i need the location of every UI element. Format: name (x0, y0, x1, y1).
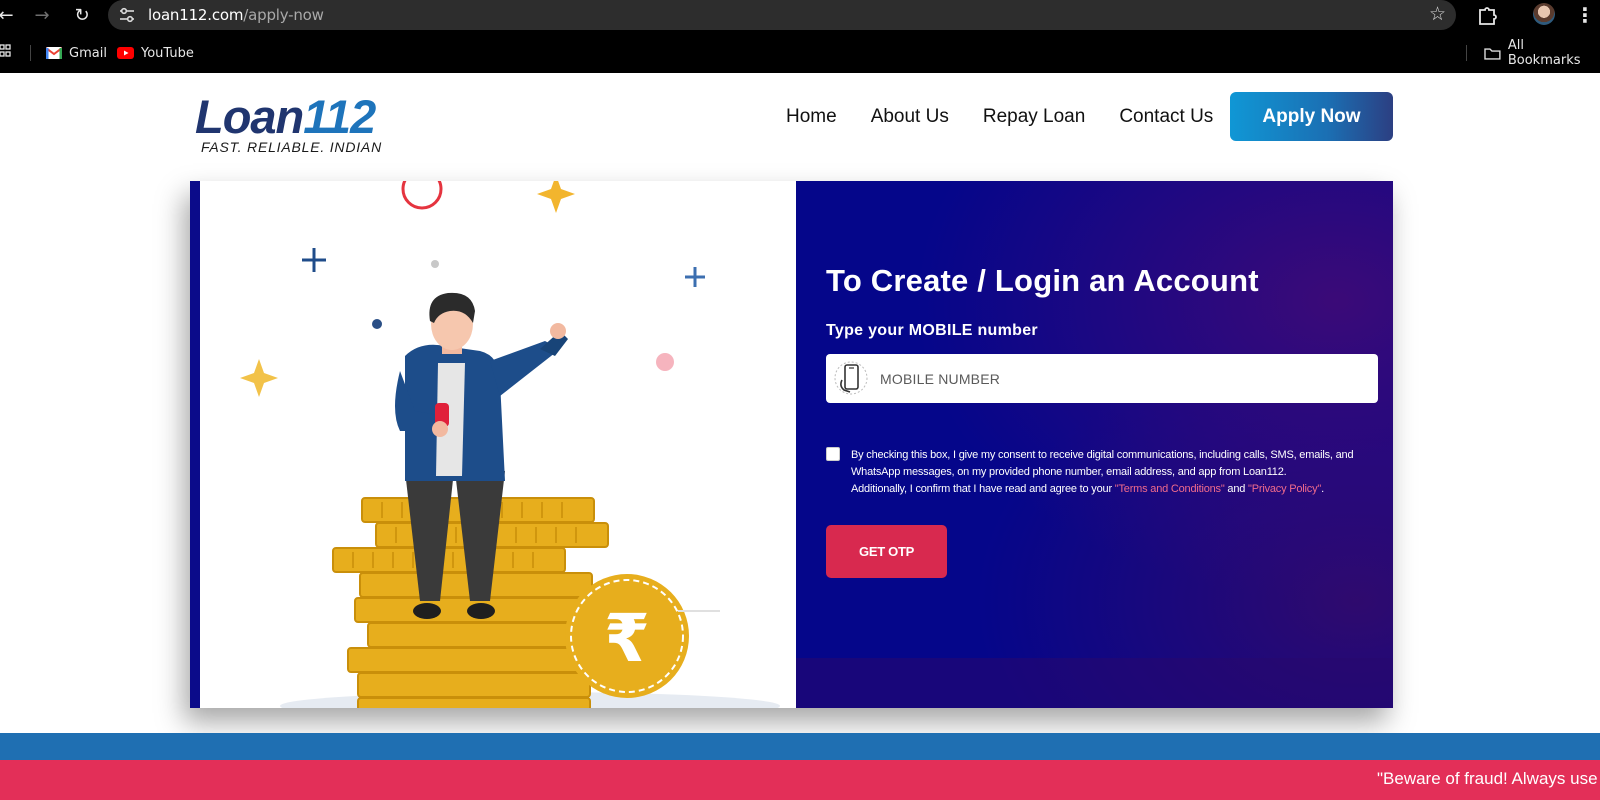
address-bar[interactable]: loan112.com/apply-now ☆ (108, 0, 1456, 30)
ticker-text: "Beware of fraud! Always use (1377, 769, 1598, 788)
bookmark-star-icon[interactable]: ☆ (1429, 3, 1446, 25)
privacy-link[interactable]: "Privacy Policy" (1248, 483, 1321, 495)
logo-tagline: FAST. RELIABLE. INDIAN (201, 139, 382, 155)
bookmark-youtube-label: YouTube (141, 45, 194, 61)
terms-link[interactable]: "Terms and Conditions" (1115, 483, 1225, 495)
url-host: loan112.com (148, 6, 244, 24)
apps-grid-icon[interactable] (0, 44, 12, 60)
illustration-panel: ₹ (190, 181, 796, 708)
logo-wordmark: Loan112 (195, 93, 382, 141)
mobile-label: Type your MOBILE number (826, 322, 1038, 339)
bookmarks-bar: Gmail YouTube All Bookmarks (0, 33, 1600, 73)
bookmarks-divider-right (1466, 45, 1467, 61)
fraud-warning-ticker: "Beware of fraud! Always use (0, 760, 1600, 800)
bookmarks-divider (30, 45, 31, 61)
profile-avatar[interactable] (1533, 3, 1555, 25)
url-text[interactable]: loan112.com/apply-now (148, 6, 324, 24)
url-path: /apply-now (243, 6, 324, 24)
site-logo[interactable]: Loan112 FAST. RELIABLE. INDIAN (195, 93, 382, 156)
consent-line-1: By checking this box, I give my consent … (851, 449, 1354, 478)
youtube-icon (117, 47, 134, 59)
consent-checkbox[interactable] (826, 447, 840, 461)
reload-icon[interactable]: ↻ (70, 4, 94, 28)
form-title: To Create / Login an Account (826, 263, 1259, 298)
back-arrow-icon[interactable]: ← (0, 4, 18, 28)
bookmark-youtube[interactable]: YouTube (117, 43, 194, 63)
folder-icon (1484, 47, 1501, 60)
bookmark-gmail[interactable]: Gmail (46, 43, 107, 63)
extensions-icon[interactable] (1476, 4, 1498, 26)
all-bookmarks-label: All Bookmarks (1507, 38, 1581, 68)
site-settings-icon[interactable] (118, 6, 136, 24)
gmail-icon (46, 47, 62, 59)
login-form-panel: To Create / Login an Account Type your M… (796, 181, 1393, 708)
phone-icon (834, 361, 868, 395)
nav-home[interactable]: Home (786, 106, 837, 128)
menu-kebab-icon[interactable]: ⋮ (1575, 3, 1595, 27)
bookmark-gmail-label: Gmail (69, 45, 107, 61)
mobile-field[interactable] (826, 354, 1378, 403)
panel-bottom-band (796, 658, 1393, 708)
consent-period: . (1321, 483, 1324, 495)
browser-toolbar: ← → ↻ loan112.com/apply-now ☆ ⋮ (0, 0, 1600, 33)
apply-now-button[interactable]: Apply Now (1230, 92, 1393, 141)
logo-word: Loan (195, 90, 304, 143)
nav-contact-us[interactable]: Contact Us (1119, 106, 1213, 128)
blue-divider-strip (0, 733, 1600, 760)
forward-arrow-icon[interactable]: → (30, 4, 54, 28)
logo-number: 112 (303, 90, 376, 143)
site-header: Loan112 FAST. RELIABLE. INDIAN Home Abou… (0, 73, 1600, 178)
man-on-coins-illustration: ₹ (240, 181, 780, 708)
rupee-symbol: ₹ (604, 600, 650, 677)
consent-line-2: Additionally, I confirm that I have read… (851, 483, 1115, 495)
all-bookmarks[interactable]: All Bookmarks (1484, 38, 1600, 68)
consent-and: and (1224, 483, 1249, 495)
nav-repay-loan[interactable]: Repay Loan (983, 106, 1085, 128)
get-otp-button[interactable]: GET OTP (826, 525, 947, 578)
mobile-input[interactable] (880, 354, 1370, 403)
consent-text: By checking this box, I give my consent … (851, 447, 1371, 498)
main-navigation: Home About Us Repay Loan Contact Us (786, 106, 1213, 128)
nav-about-us[interactable]: About Us (871, 106, 949, 128)
